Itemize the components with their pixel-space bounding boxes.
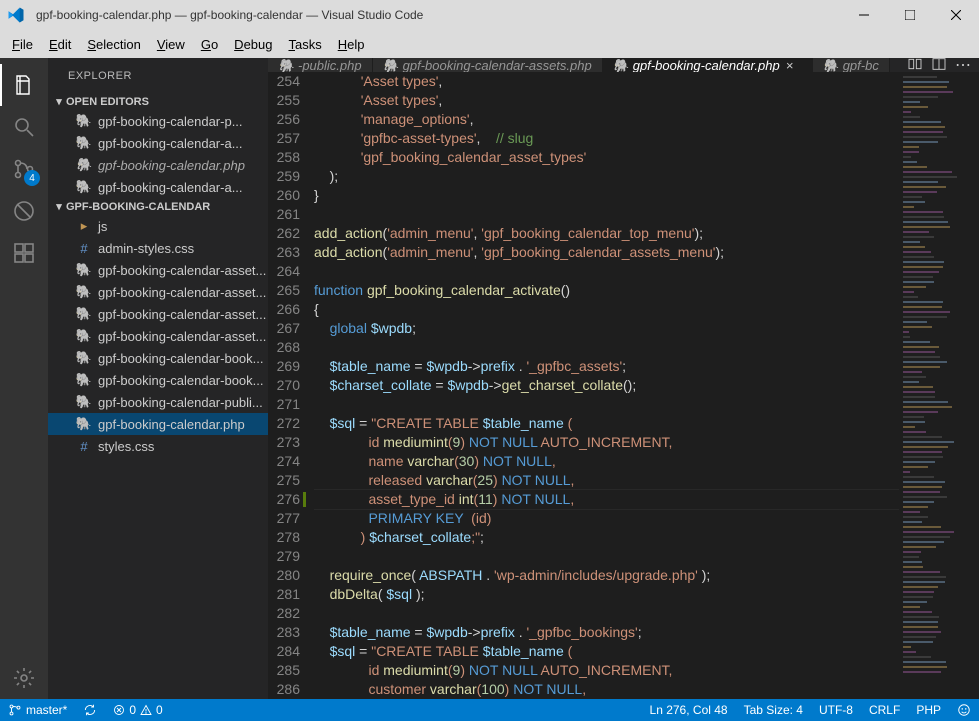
split-editor-icon[interactable] — [931, 58, 947, 72]
php-file-icon: 🐘 — [76, 179, 92, 195]
php-file-icon: 🐘 — [76, 372, 92, 388]
php-file-icon: 🐘 — [76, 135, 92, 151]
cursor-position-status[interactable]: Ln 276, Col 48 — [642, 699, 736, 721]
css-file-icon: # — [76, 438, 92, 454]
minimize-button[interactable] — [841, 0, 887, 30]
menu-tasks[interactable]: Tasks — [280, 34, 329, 55]
open-editors-section[interactable]: ▾OPEN EDITORS — [48, 93, 268, 110]
php-file-icon: 🐘 — [76, 306, 92, 322]
menu-view[interactable]: View — [149, 34, 193, 55]
close-icon[interactable]: × — [786, 58, 802, 72]
encoding-status[interactable]: UTF-8 — [811, 699, 861, 721]
editor-tab[interactable]: 🐘-public.php — [268, 58, 373, 72]
window-title: gpf-booking-calendar.php — gpf-booking-c… — [32, 8, 841, 22]
php-file-icon: 🐘 — [76, 113, 92, 129]
chevron-down-icon: ▾ — [52, 200, 66, 213]
open-editor-item[interactable]: 🐘gpf-booking-calendar-a... — [48, 132, 268, 154]
php-file-icon: 🐘 — [76, 262, 92, 278]
php-file-icon: 🐘 — [278, 58, 292, 72]
menu-selection[interactable]: Selection — [79, 34, 148, 55]
open-editor-item[interactable]: 🐘gpf-booking-calendar-p... — [48, 110, 268, 132]
file-item[interactable]: 🐘gpf-booking-calendar-book... — [48, 347, 268, 369]
file-item[interactable]: 🐘gpf-booking-calendar-asset... — [48, 325, 268, 347]
file-item[interactable]: #styles.css — [48, 435, 268, 457]
problems-status[interactable]: 0 0 — [105, 699, 170, 721]
scm-activity-icon[interactable]: 4 — [0, 148, 48, 190]
sidebar-explorer: EXPLORER ▾OPEN EDITORS 🐘gpf-booking-cale… — [48, 58, 268, 699]
settings-gear-icon[interactable] — [0, 657, 48, 699]
tab-bar: 🐘-public.php🐘gpf-booking-calendar-assets… — [268, 58, 979, 72]
folder-icon: ▸ — [76, 218, 92, 234]
indent-status[interactable]: Tab Size: 4 — [736, 699, 811, 721]
language-status[interactable]: PHP — [908, 699, 949, 721]
php-file-icon: 🐘 — [76, 394, 92, 410]
close-button[interactable] — [933, 0, 979, 30]
open-editor-item[interactable]: 🐘gpf-booking-calendar.php — [48, 154, 268, 176]
app-icon — [4, 0, 28, 30]
debug-activity-icon[interactable] — [0, 190, 48, 232]
activity-bar: 4 — [0, 58, 48, 699]
extensions-activity-icon[interactable] — [0, 232, 48, 274]
php-file-icon: 🐘 — [76, 284, 92, 300]
status-bar: master* 0 0 Ln 276, Col 48 Tab Size: 4 U… — [0, 699, 979, 721]
php-file-icon: 🐘 — [76, 157, 92, 173]
minimap[interactable] — [899, 72, 979, 699]
search-activity-icon[interactable] — [0, 106, 48, 148]
branch-icon — [8, 703, 22, 717]
chevron-down-icon: ▾ — [52, 95, 66, 108]
project-section[interactable]: ▾GPF-BOOKING-CALENDAR — [48, 198, 268, 215]
eol-status[interactable]: CRLF — [861, 699, 908, 721]
php-file-icon: 🐘 — [383, 58, 397, 72]
php-file-icon: 🐘 — [76, 416, 92, 432]
menu-debug[interactable]: Debug — [226, 34, 280, 55]
file-item[interactable]: 🐘gpf-booking-calendar-publi... — [48, 391, 268, 413]
css-file-icon: # — [76, 240, 92, 256]
editor-area: 🐘-public.php🐘gpf-booking-calendar-assets… — [268, 58, 979, 699]
explorer-activity-icon[interactable] — [0, 64, 48, 106]
menubar: FileEditSelectionViewGoDebugTasksHelp — [0, 30, 979, 58]
file-item[interactable]: 🐘gpf-booking-calendar-book... — [48, 369, 268, 391]
maximize-button[interactable] — [887, 0, 933, 30]
sidebar-header: EXPLORER — [48, 58, 268, 93]
compare-icon[interactable] — [907, 58, 923, 72]
editor-tab[interactable]: 🐘gpf-booking-calendar.php× — [603, 58, 813, 72]
php-file-icon: 🐘 — [613, 58, 627, 72]
menu-edit[interactable]: Edit — [41, 34, 79, 55]
file-item[interactable]: 🐘gpf-booking-calendar-asset... — [48, 281, 268, 303]
editor-tab[interactable]: 🐘gpf-booking-calendar-assets.php — [373, 58, 603, 72]
open-editor-item[interactable]: 🐘gpf-booking-calendar-a... — [48, 176, 268, 198]
file-item[interactable]: 🐘gpf-booking-calendar-asset... — [48, 259, 268, 281]
menu-go[interactable]: Go — [193, 34, 226, 55]
php-file-icon: 🐘 — [76, 328, 92, 344]
editor-tab[interactable]: 🐘gpf-bc — [813, 58, 890, 72]
php-file-icon: 🐘 — [76, 350, 92, 366]
menu-help[interactable]: Help — [330, 34, 373, 55]
folder-item[interactable]: ▸ js — [48, 215, 268, 237]
code-editor[interactable]: 2542552562572582592602612622632642652662… — [268, 72, 979, 699]
warning-icon — [140, 704, 152, 716]
menu-file[interactable]: File — [4, 34, 41, 55]
feedback-status[interactable] — [949, 699, 979, 721]
git-branch-status[interactable]: master* — [0, 699, 75, 721]
error-icon — [113, 704, 125, 716]
smiley-icon — [957, 703, 971, 717]
code-lines[interactable]: 'Asset types', 'Asset types', 'manage_op… — [314, 72, 899, 699]
file-item[interactable]: 🐘gpf-booking-calendar-asset... — [48, 303, 268, 325]
php-file-icon: 🐘 — [823, 58, 837, 72]
scm-badge: 4 — [24, 170, 40, 186]
file-item[interactable]: #admin-styles.css — [48, 237, 268, 259]
file-item[interactable]: 🐘gpf-booking-calendar.php — [48, 413, 268, 435]
more-icon[interactable]: ⋯ — [955, 58, 971, 72]
sync-icon — [83, 703, 97, 717]
sync-status[interactable] — [75, 699, 105, 721]
line-number-gutter: 2542552562572582592602612622632642652662… — [268, 72, 314, 699]
window-titlebar: gpf-booking-calendar.php — gpf-booking-c… — [0, 0, 979, 30]
